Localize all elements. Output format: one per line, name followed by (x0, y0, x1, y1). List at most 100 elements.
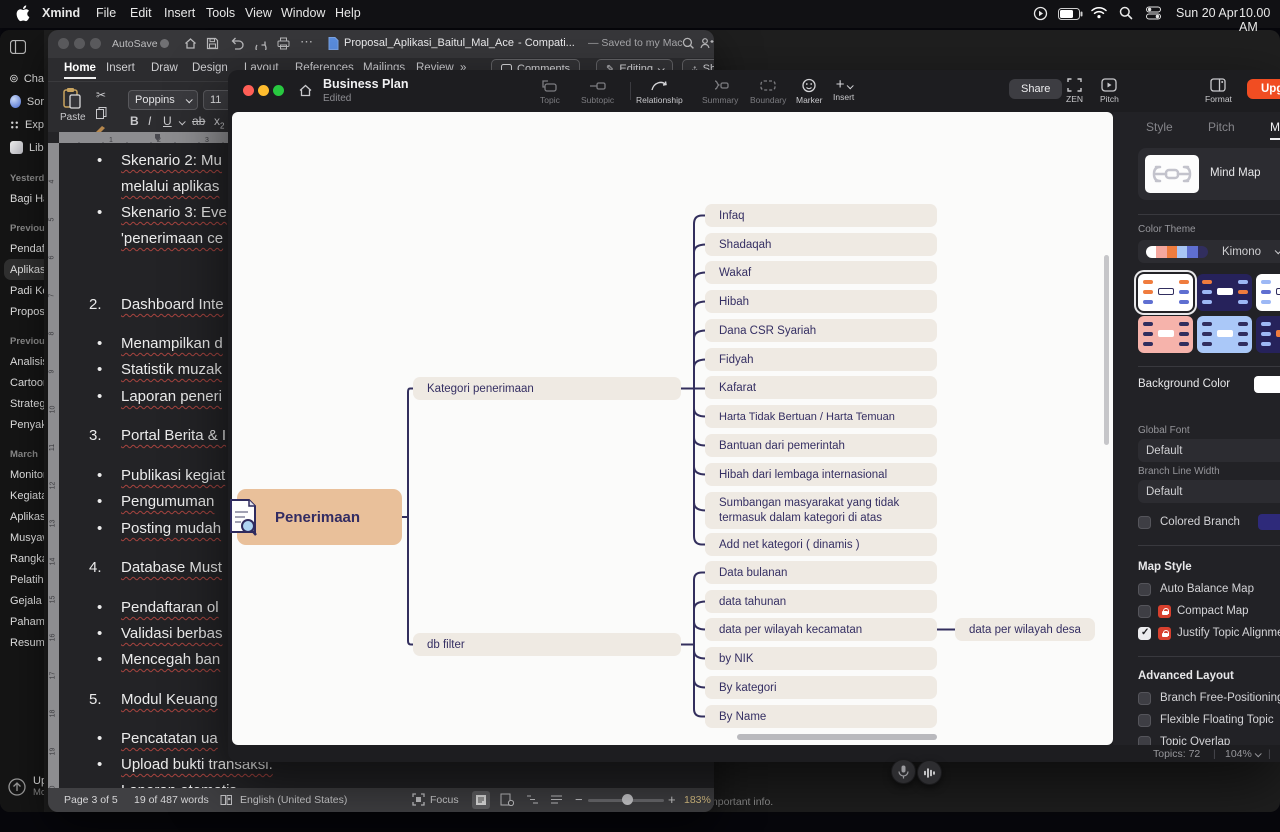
view-read-mode-icon[interactable] (472, 791, 490, 809)
close-button[interactable] (58, 38, 69, 49)
apple-menu-icon[interactable] (16, 5, 30, 27)
strikethrough-button[interactable]: ab (192, 114, 205, 128)
search-icon[interactable] (682, 37, 695, 55)
menu-window[interactable]: Window (281, 6, 325, 20)
language-indicator[interactable]: English (United States) (240, 794, 347, 806)
tab-design[interactable]: Design (192, 62, 228, 74)
color-theme-select[interactable]: Kimono (1138, 240, 1280, 263)
chat-item[interactable]: Paham A (0, 611, 44, 632)
sidebar-item-chatgpt[interactable]: Cha (0, 67, 44, 90)
subtopic[interactable]: data per wilayah desa (955, 618, 1095, 641)
paste-label[interactable]: Paste (60, 112, 86, 123)
subtopic[interactable]: Hibah (705, 290, 937, 313)
chat-item[interactable]: Pelatihan (0, 569, 44, 590)
chat-item[interactable]: Monitori (0, 464, 44, 485)
word-count[interactable]: 19 of 487 words (134, 794, 209, 806)
compact-map-checkbox[interactable] (1138, 605, 1151, 618)
subtopic[interactable]: By Name (705, 705, 937, 728)
menubar-date[interactable]: Sun 20 Apr (1176, 6, 1238, 20)
home-icon[interactable] (184, 37, 197, 55)
sidebar-item-sora[interactable]: Sor (0, 90, 44, 113)
format-panel-button[interactable]: Format (1205, 78, 1232, 104)
mindmap-canvas[interactable]: Penerimaan Kategori penerimaan db filter… (232, 112, 1113, 745)
zoom-out-button[interactable]: − (575, 792, 583, 807)
subtopic[interactable]: Bantuan dari pemerintah (705, 434, 937, 457)
subtopic[interactable]: data tahunan (705, 590, 937, 613)
chat-item-selected[interactable]: Aplikasi (4, 259, 44, 280)
upgrade-button[interactable]: Upgrade (1247, 79, 1280, 99)
home-icon[interactable] (298, 83, 313, 103)
focus-icon[interactable] (412, 793, 425, 809)
battery-icon[interactable] (1058, 7, 1083, 25)
subtopic[interactable]: Sumbangan masyarakat yang tidak termasuk… (705, 492, 937, 529)
main-topic[interactable]: Kategori penerimaan (413, 377, 681, 400)
chat-item[interactable]: Resume (0, 632, 44, 653)
subtopic-tool[interactable]: Subtopic (581, 78, 614, 105)
chat-item[interactable]: Kegiatan (0, 485, 44, 506)
more-toolbar-icon[interactable]: ⋯ (300, 34, 314, 50)
boundary-tool[interactable]: Boundary (750, 78, 786, 105)
sidebar-item-explore-gpts[interactable]: Exp (0, 113, 44, 136)
subtopic[interactable]: Dana CSR Syariah (705, 319, 937, 342)
underline-button[interactable]: U (163, 114, 172, 128)
summary-tool[interactable]: Summary (702, 78, 738, 105)
zoom-in-button[interactable]: + (668, 792, 676, 807)
underline-options-chevron[interactable] (179, 118, 186, 125)
chat-item[interactable]: Rangkai (0, 548, 44, 569)
menu-app-name[interactable]: Xmind (42, 6, 80, 20)
redo-icon[interactable] (254, 37, 268, 55)
menu-edit[interactable]: Edit (130, 6, 152, 20)
bold-button[interactable]: B (130, 114, 139, 128)
subtopic[interactable]: Wakaf (705, 261, 937, 284)
flexible-floating-topic-checkbox[interactable] (1138, 714, 1151, 727)
menu-tools[interactable]: Tools (206, 6, 235, 20)
zoom-slider-knob[interactable] (622, 794, 633, 805)
chat-item[interactable]: Cartoon (0, 372, 44, 393)
chat-item[interactable]: Gejala (0, 590, 44, 611)
theme-card[interactable] (1197, 316, 1252, 353)
close-button[interactable] (243, 85, 254, 96)
theme-card[interactable] (1138, 316, 1193, 353)
page-indicator[interactable]: Page 3 of 5 (64, 794, 118, 806)
topic-tool[interactable]: Topic (540, 78, 560, 105)
zoom-percentage[interactable]: 183% (684, 794, 711, 806)
screen-mirroring-icon[interactable] (1033, 6, 1048, 26)
menubar-time[interactable]: 10.00 AM (1239, 6, 1280, 34)
chat-item[interactable]: Pendafta (0, 238, 44, 259)
save-icon[interactable] (206, 37, 219, 55)
subtopic[interactable]: Infaq (705, 204, 937, 227)
italic-button[interactable]: I (148, 114, 151, 128)
background-color-swatch[interactable] (1254, 376, 1280, 393)
sidebar-toggle-icon[interactable] (10, 41, 26, 58)
print-icon[interactable] (277, 37, 290, 55)
branch-line-width-select[interactable]: Default (1138, 480, 1280, 503)
central-topic[interactable]: Penerimaan (237, 489, 402, 545)
view-draft-icon[interactable] (550, 793, 563, 809)
chat-item[interactable]: Analisis (0, 351, 44, 372)
view-print-layout-icon[interactable] (500, 793, 514, 809)
font-name-select[interactable]: Poppins (128, 90, 198, 110)
auto-balance-checkbox[interactable] (1138, 583, 1151, 596)
tab-draw[interactable]: Draw (151, 62, 178, 74)
audio-waveform-button[interactable] (917, 760, 942, 785)
subtopic[interactable]: data per wilayah kecamatan (705, 618, 937, 641)
theme-card-selected[interactable] (1138, 274, 1193, 311)
spotlight-search-icon[interactable] (1119, 6, 1133, 25)
horizontal-scrollbar[interactable] (737, 734, 937, 740)
wifi-icon[interactable] (1091, 6, 1107, 24)
menu-help[interactable]: Help (335, 6, 361, 20)
share-contact-icon[interactable] (700, 37, 714, 55)
chat-item[interactable]: Proposa (0, 301, 44, 322)
cut-icon[interactable]: ✂ (96, 88, 106, 102)
vertical-scrollbar[interactable] (1104, 255, 1109, 445)
view-outline-icon[interactable] (526, 793, 539, 809)
topic-overlap-checkbox[interactable] (1138, 736, 1151, 745)
menu-view[interactable]: View (245, 6, 272, 20)
pitch-button[interactable]: Pitch (1100, 78, 1119, 104)
subtopic[interactable]: Kafarat (705, 376, 937, 399)
zen-mode-button[interactable]: ZEN (1066, 78, 1083, 104)
minimize-button[interactable] (74, 38, 85, 49)
justify-alignment-checkbox[interactable] (1138, 627, 1151, 640)
share-button[interactable]: Share (1009, 79, 1062, 99)
colored-branch-checkbox[interactable] (1138, 516, 1151, 529)
